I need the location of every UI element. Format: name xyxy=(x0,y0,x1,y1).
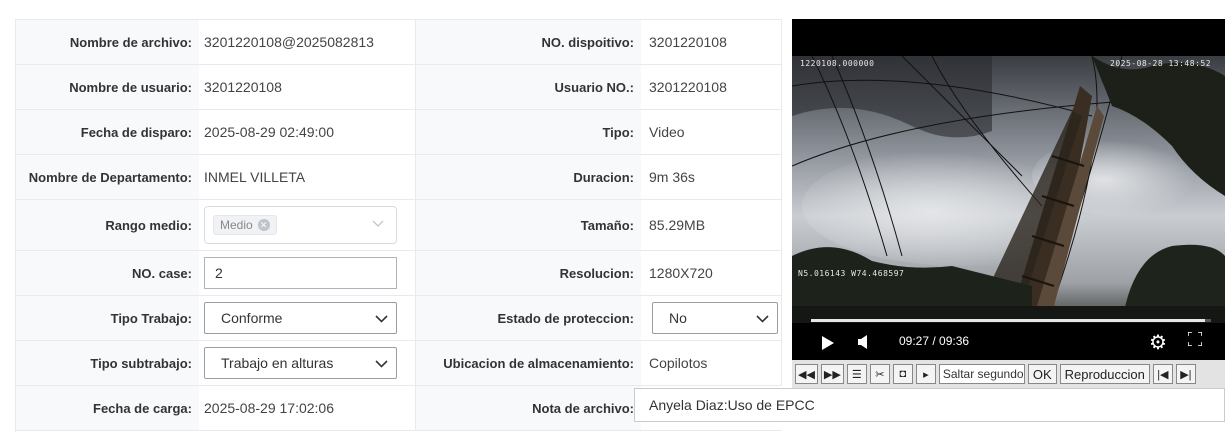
volume-icon[interactable] xyxy=(858,335,868,354)
list-icon[interactable]: ☰ xyxy=(846,364,867,384)
next-frame-icon[interactable]: ▸ xyxy=(915,364,936,384)
player-toolbar: ◀◀ ▶▶ ☰ ✂ ◘ ▸ Saltar segundo OK Reproduc… xyxy=(792,360,1225,388)
file-note-input[interactable]: Anyela Diaz:Uso de EPCC xyxy=(634,388,1225,422)
fullscreen-icon[interactable] xyxy=(1187,331,1203,347)
time-display: 09:27 / 09:36 xyxy=(899,334,970,348)
type-value: Video xyxy=(641,110,782,154)
osd-timestamp: 2025-08-28 13:48:52 xyxy=(1110,59,1212,68)
case-no-cell: 2 xyxy=(199,251,416,295)
protection-selected: No xyxy=(669,310,687,326)
scissors-icon[interactable]: ✂ xyxy=(869,364,890,384)
fast-forward-icon[interactable]: ▶▶ xyxy=(820,364,844,384)
user-no-value: 3201220108 xyxy=(641,65,782,109)
range-select[interactable]: Medio ✕ xyxy=(204,206,397,244)
range-tag: Medio ✕ xyxy=(213,215,277,235)
seek-seconds-input[interactable]: Saltar segundo xyxy=(938,364,1025,384)
size-value: 85.29MB xyxy=(641,200,782,250)
resolution-label: Resolucion: xyxy=(416,251,641,295)
storage-location-value: Copilotos xyxy=(641,341,782,385)
work-type-selected: Conforme xyxy=(221,310,283,326)
file-name-value: 3201220108@2025082813 xyxy=(199,20,416,64)
detail-row: Tipo subtrabajo: Trabajo en alturas Ubic… xyxy=(16,341,782,386)
detail-row: Tipo Trabajo: Conforme Estado de protecc… xyxy=(16,296,782,341)
video-controls: 09:27 / 09:36 ⚙ xyxy=(792,327,1225,360)
chevron-down-icon xyxy=(375,355,388,371)
subwork-type-label: Tipo subtrabajo: xyxy=(16,341,199,385)
subwork-type-selected: Trabajo en alturas xyxy=(221,355,334,371)
type-label: Tipo: xyxy=(416,110,641,154)
osd-gps: N5.016143 W74.468597 xyxy=(798,269,905,278)
skip-end-icon[interactable]: ▶| xyxy=(1175,364,1196,384)
osd-device-id: 1220108.000000 xyxy=(800,59,875,68)
detail-row: Nombre de archivo: 3201220108@2025082813… xyxy=(16,20,782,65)
work-type-select[interactable]: Conforme xyxy=(204,302,397,334)
gear-icon[interactable]: ⚙ xyxy=(1149,330,1167,355)
prev-frame-icon[interactable]: ◘ xyxy=(892,364,913,384)
ok-button[interactable]: OK xyxy=(1027,364,1057,384)
case-no-input[interactable]: 2 xyxy=(204,257,397,289)
upload-date-value: 2025-08-29 17:02:06 xyxy=(199,386,416,430)
remove-tag-icon[interactable]: ✕ xyxy=(257,219,270,231)
storage-location-label: Ubicacion de almacenamiento: xyxy=(416,341,641,385)
department-label: Nombre de Departamento: xyxy=(16,155,199,199)
user-no-label: Usuario NO.: xyxy=(416,65,641,109)
user-name-value: 3201220108 xyxy=(199,65,416,109)
play-icon[interactable] xyxy=(822,336,834,350)
work-type-label: Tipo Trabajo: xyxy=(16,296,199,340)
chevron-down-icon xyxy=(372,217,384,231)
detail-row: Rango medio: Medio ✕ Tamaño: 85.29MB xyxy=(16,200,782,251)
user-name-label: Nombre de usuario: xyxy=(16,65,199,109)
video-frame xyxy=(792,56,1225,323)
upload-date-label: Fecha de carga: xyxy=(16,386,199,430)
detail-row: Nombre de Departamento: INMEL VILLETA Du… xyxy=(16,155,782,200)
chevron-down-icon xyxy=(756,310,769,326)
work-type-cell: Conforme xyxy=(199,296,416,340)
duration-value: 9m 36s xyxy=(641,155,782,199)
file-note-label: Nota de archivo: xyxy=(416,386,641,430)
progress-bar[interactable] xyxy=(811,319,1211,322)
video-frame-image xyxy=(792,56,1225,323)
subwork-type-cell: Trabajo en alturas xyxy=(199,341,416,385)
detail-row: Fecha de disparo: 2025-08-29 02:49:00 Ti… xyxy=(16,110,782,155)
detail-row: NO. case: 2 Resolucion: 1280X720 xyxy=(16,251,782,296)
video-player[interactable]: 1220108.000000 2025-08-28 13:48:52 N5.01… xyxy=(792,19,1225,360)
subwork-type-select[interactable]: Trabajo en alturas xyxy=(204,347,397,379)
rewind-icon[interactable]: ◀◀ xyxy=(795,364,818,384)
trigger-date-label: Fecha de disparo: xyxy=(16,110,199,154)
detail-row: Nombre de usuario: 3201220108 Usuario NO… xyxy=(16,65,782,110)
file-name-label: Nombre de archivo: xyxy=(16,20,199,64)
device-no-label: NO. dispoitivo: xyxy=(416,20,641,64)
protection-label: Estado de proteccion: xyxy=(416,296,641,340)
protection-select[interactable]: No xyxy=(652,302,778,334)
range-label: Rango medio: xyxy=(16,200,199,250)
chevron-down-icon xyxy=(375,310,388,326)
duration-label: Duracion: xyxy=(416,155,641,199)
range-cell: Medio ✕ xyxy=(199,200,416,250)
range-tag-label: Medio xyxy=(220,218,253,232)
protection-cell: No xyxy=(641,296,782,340)
size-label: Tamaño: xyxy=(416,200,641,250)
resolution-value: 1280X720 xyxy=(641,251,782,295)
device-no-value: 3201220108 xyxy=(641,20,782,64)
trigger-date-value: 2025-08-29 02:49:00 xyxy=(199,110,416,154)
file-details-form: Nombre de archivo: 3201220108@2025082813… xyxy=(15,19,782,432)
department-value: INMEL VILLETA xyxy=(199,155,416,199)
progress-fill xyxy=(811,319,1205,322)
playback-button[interactable]: Reproduccion xyxy=(1059,364,1150,384)
skip-start-icon[interactable]: |◀ xyxy=(1152,364,1173,384)
case-no-label: NO. case: xyxy=(16,251,199,295)
